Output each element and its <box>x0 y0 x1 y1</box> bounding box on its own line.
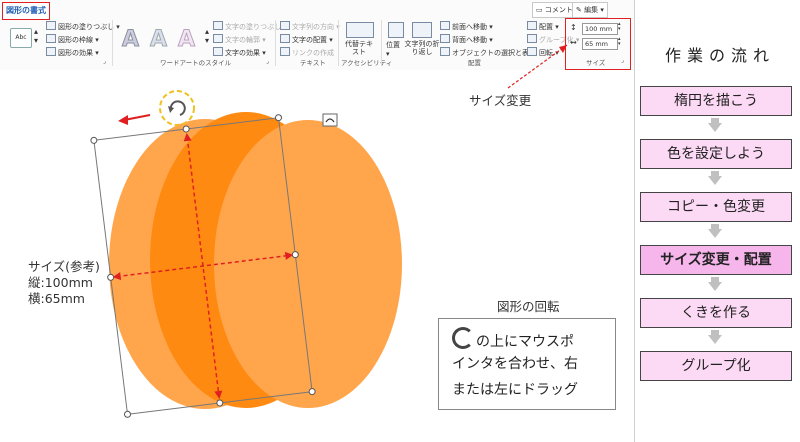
rotation-highlight-ring <box>159 90 195 126</box>
resize-handle[interactable] <box>216 399 224 407</box>
hint-line-2: インタを合わせ、右 <box>452 356 578 372</box>
resize-handle[interactable] <box>308 388 316 396</box>
rotate-handle-icon <box>452 327 474 349</box>
size-reference-height: 縦:100mm <box>28 275 93 290</box>
step-make-stem: くきを作る <box>640 298 792 328</box>
ellipse-front[interactable] <box>214 120 402 408</box>
step-draw-ellipse: 楕円を描こう <box>640 86 792 116</box>
rotation-title: 図形の回転 <box>497 299 560 314</box>
size-reference-width: 横:65mm <box>28 291 85 306</box>
resize-handle[interactable] <box>182 125 190 133</box>
down-arrow-icon <box>708 123 722 132</box>
hint-line-1: の上にマウスポ <box>476 334 574 350</box>
step-set-color: 色を設定しよう <box>640 139 792 169</box>
step-group: グループ化 <box>640 351 792 381</box>
resize-handle[interactable] <box>124 410 132 418</box>
resize-handle[interactable] <box>291 251 299 259</box>
step-resize-place: サイズ変更・配置 <box>640 245 792 275</box>
resize-handle[interactable] <box>90 136 98 144</box>
size-change-label: サイズ変更 <box>469 93 532 108</box>
resize-handle[interactable] <box>274 114 282 122</box>
hint-line-3: または左にドラッグ <box>452 382 578 398</box>
step-copy-color-change: コピー・色変更 <box>640 192 792 222</box>
size-reference-note: サイズ(参考) 縦:100mm 横:65mm <box>28 259 100 307</box>
resize-handle[interactable] <box>107 273 115 281</box>
layout-options-icon[interactable] <box>322 113 338 127</box>
drag-direction-arrowhead <box>118 115 128 125</box>
size-reference-title: サイズ(参考) <box>28 259 100 274</box>
workflow-title: 作業の流れ <box>664 46 775 65</box>
down-arrow-icon <box>708 282 722 291</box>
rotation-arrow-icon <box>168 106 174 113</box>
size-change-pointer-head <box>559 45 567 53</box>
size-change-pointer-line <box>507 44 568 89</box>
down-arrow-icon <box>708 176 722 185</box>
down-arrow-icon <box>708 229 722 238</box>
down-arrow-icon <box>708 335 722 344</box>
rotation-hint-box: の上にマウスポ インタを合わせ、右 または左にドラッグ <box>438 318 616 410</box>
